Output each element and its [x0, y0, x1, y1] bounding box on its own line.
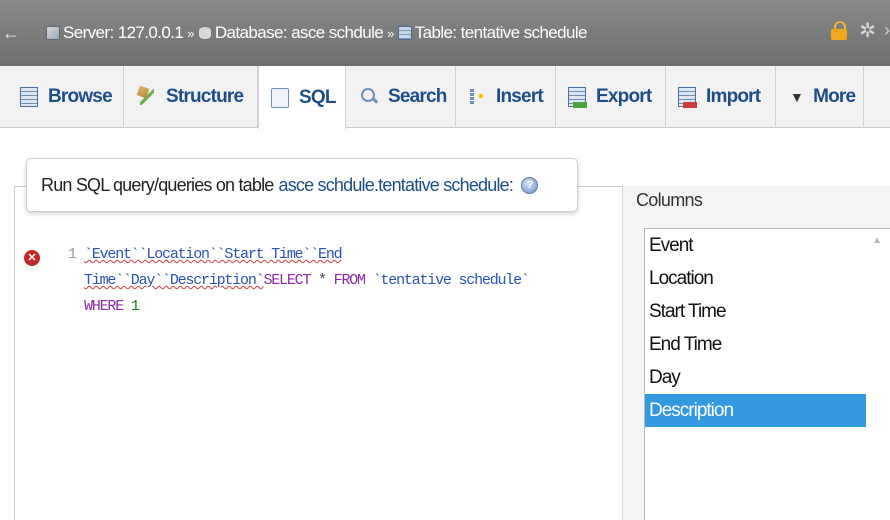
breadcrumb-server-label: Server: 127.0.0.1 [63, 23, 184, 42]
code-line-1: `Event``Location``Start Time``End [84, 242, 614, 268]
sql-icon [271, 87, 289, 108]
topbar-actions: ✲ › [831, 20, 890, 41]
tab-export[interactable]: Export [556, 66, 666, 128]
column-option-description[interactable]: Description [645, 394, 866, 427]
collapse-arrow-icon[interactable]: › [884, 20, 890, 41]
structure-icon [138, 87, 156, 107]
browse-icon [20, 87, 38, 107]
gear-icon[interactable]: ✲ [859, 21, 876, 41]
table-icon [397, 26, 412, 40]
tab-export-label: Export [596, 86, 652, 107]
search-icon [360, 87, 378, 107]
sql-editor[interactable]: ✕ 1 `Event``Location``Start Time``End Ti… [24, 232, 620, 520]
code-line-2: Time``Day``Description`SELECT * FROM `te… [84, 268, 614, 294]
export-icon [568, 87, 587, 108]
server-icon [46, 26, 60, 40]
column-option-location[interactable]: Location [645, 262, 890, 295]
tab-structure-label: Structure [166, 86, 244, 107]
column-option-day[interactable]: Day [645, 361, 890, 394]
tab-browse-label: Browse [48, 86, 113, 107]
database-icon [197, 26, 212, 40]
column-option-event[interactable]: Event [645, 229, 890, 262]
tab-structure[interactable]: Structure [124, 66, 258, 128]
code-table-name: `tentative schedule` [364, 272, 530, 289]
tab-import[interactable]: Import [666, 66, 776, 128]
breadcrumb-table[interactable]: Table: tentative schedule [397, 23, 588, 43]
column-option-start-time[interactable]: Start Time [645, 295, 890, 328]
caret-down-icon: ▼ [790, 89, 804, 105]
import-icon [678, 87, 697, 108]
columns-list[interactable]: ▲ Event Location Start Time End Time Day… [644, 228, 890, 520]
columns-title: Columns [636, 190, 703, 210]
tab-search[interactable]: Search [346, 66, 456, 128]
code-keyword-from: FROM [333, 272, 366, 289]
breadcrumb-separator: » [387, 25, 394, 41]
breadcrumb-table-label: Table: tentative schedule [414, 23, 588, 42]
tab-search-label: Search [388, 86, 447, 107]
tab-sql[interactable]: SQL [258, 66, 346, 129]
query-legend-table: asce schdule.tentative schedule: [278, 174, 514, 195]
tab-browse[interactable]: Browse [0, 66, 124, 128]
code-number: 1 [123, 298, 140, 315]
help-icon[interactable]: ? [521, 176, 539, 194]
code-operator-star: * [310, 272, 334, 289]
insert-icon [468, 87, 486, 107]
code-keyword-select: SELECT [263, 272, 311, 289]
lock-icon[interactable] [831, 20, 848, 41]
code-identifiers: `Event``Location``Start Time``End [84, 246, 343, 263]
column-option-end-time[interactable]: End Time [645, 328, 890, 361]
breadcrumb-database-label: Database: asce schdule [214, 23, 384, 42]
tab-insert-label: Insert [496, 86, 544, 107]
breadcrumb-separator: » [187, 25, 194, 41]
tab-import-label: Import [706, 86, 761, 107]
code-keyword-where: WHERE [84, 298, 124, 315]
sql-code[interactable]: `Event``Location``Start Time``End Time``… [84, 242, 614, 320]
tab-insert[interactable]: Insert [456, 66, 556, 128]
breadcrumb-server[interactable]: Server: 127.0.0.1 [46, 23, 184, 43]
query-legend-prefix: Run SQL query/queries on table [41, 174, 274, 195]
back-arrow-icon[interactable]: ← [0, 23, 22, 44]
breadcrumb-database[interactable]: Database: asce schdule [197, 23, 384, 43]
tab-sql-label: SQL [299, 86, 336, 108]
code-identifiers: Time``Day``Description` [84, 272, 265, 289]
tab-more-label: More [813, 86, 856, 107]
tab-more[interactable]: ▼ More [776, 66, 864, 128]
scroll-up-icon[interactable]: ▲ [872, 235, 882, 246]
tab-bar: Browse Structure SQL Search Insert Expor… [0, 66, 890, 129]
breadcrumb: Server: 127.0.0.1 » Database: asce schdu… [22, 23, 587, 43]
query-legend: Run SQL query/queries on table asce schd… [26, 158, 578, 212]
error-icon: ✕ [24, 250, 40, 266]
line-number: 1 [68, 246, 78, 263]
code-line-3: WHERE 1 [84, 294, 614, 320]
top-breadcrumb-bar: ← Server: 127.0.0.1 » Database: asce sch… [0, 0, 890, 66]
